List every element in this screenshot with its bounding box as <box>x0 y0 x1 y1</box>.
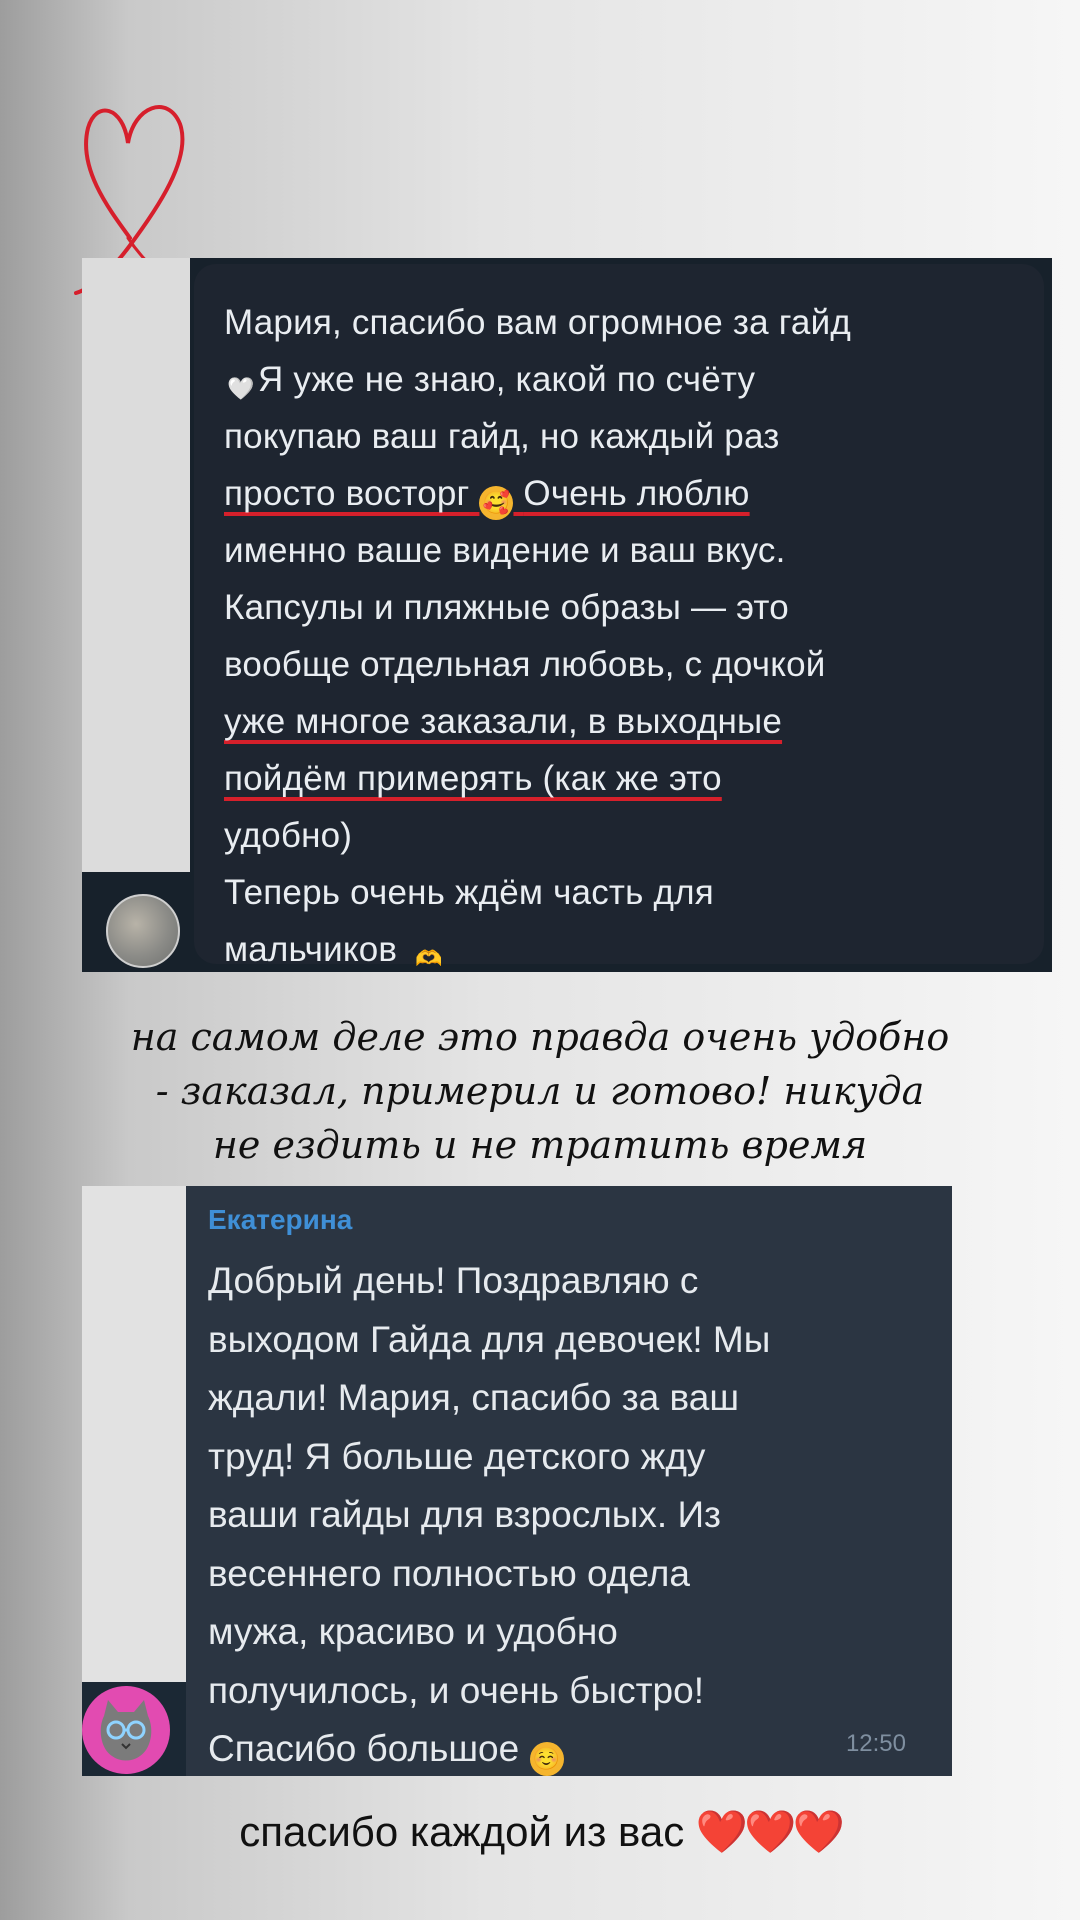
message-bubble-1: Мария, спасибо вам огромное за гайд 🤍Я у… <box>194 264 1044 971</box>
smiling-face-icon: 🥰 <box>479 486 514 520</box>
message-1-text: Мария, спасибо вам огромное за гайд 🤍Я у… <box>224 294 1024 978</box>
message-time: 12:50 <box>845 1730 906 1757</box>
heart-hands-icon: 🫶 <box>415 946 443 971</box>
avatar[interactable] <box>82 1686 170 1774</box>
message-bubble-2: Екатерина Добрый день! Поздравляю с выхо… <box>186 1186 952 1776</box>
message-2-text: Добрый день! Поздравляю с выходом Гайда … <box>208 1252 928 1779</box>
review-screenshot-1: Мария, спасибо вам огромное за гайд 🤍Я у… <box>82 258 1052 972</box>
handwritten-caption: на самом деле это правда очень удобно - … <box>130 1015 950 1167</box>
cat-icon <box>100 1700 152 1761</box>
white-heart-icon: 🤍 <box>227 376 255 401</box>
avatar[interactable] <box>106 894 180 968</box>
red-hearts-icon: ❤️❤️❤️ <box>695 1808 845 1855</box>
footer-caption: спасибо каждой из вас ❤️❤️❤️ <box>239 1808 845 1855</box>
sender-name[interactable]: Екатерина <box>208 1204 352 1236</box>
smiling-face-icon: ☺️ <box>529 1742 564 1776</box>
review-screenshot-2: Екатерина Добрый день! Поздравляю с выхо… <box>82 1186 952 1776</box>
